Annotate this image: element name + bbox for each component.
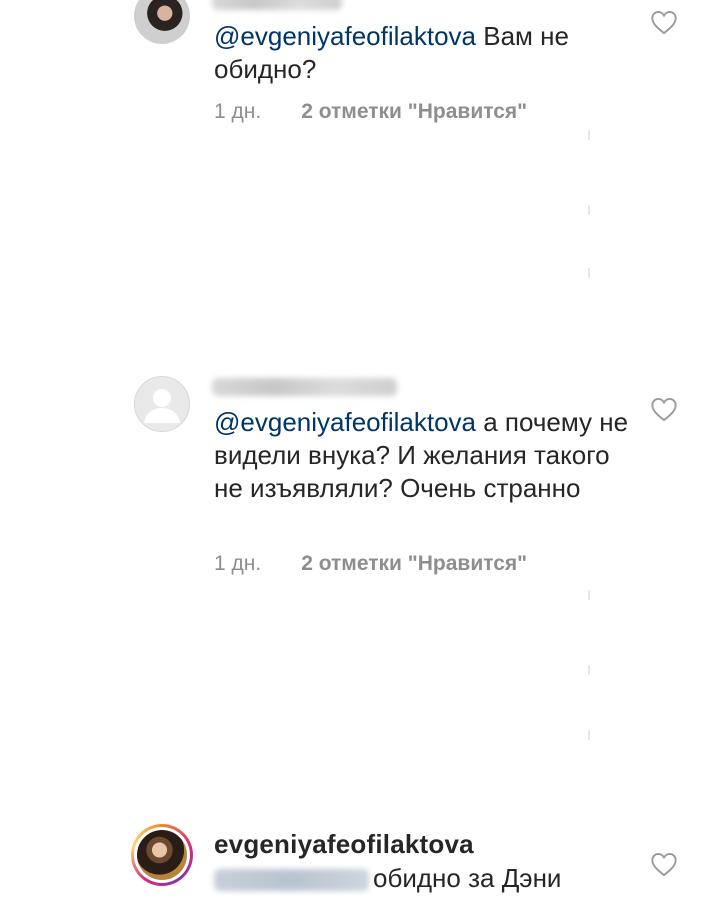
likes-count[interactable]: 2 отметки "Нравится" — [301, 552, 527, 575]
comment-text: @evgeniyafeofilaktova а почему не видели… — [214, 406, 634, 505]
heart-outline-icon[interactable] — [650, 851, 678, 877]
comment-time: 1 дн. — [214, 100, 262, 123]
default-avatar-icon — [144, 389, 180, 423]
divider-tick — [588, 665, 590, 675]
comment-time: 1 дн. — [214, 552, 262, 575]
mention-link[interactable]: @evgeniyafeofilaktova — [214, 407, 476, 437]
avatar[interactable] — [134, 0, 190, 44]
divider-tick — [588, 205, 590, 215]
divider-tick — [588, 268, 590, 278]
avatar[interactable] — [134, 376, 190, 432]
comment-meta: 1 дн. 2 отметки "Нравится" — [214, 100, 527, 124]
divider-tick — [588, 130, 590, 140]
divider-tick — [588, 730, 590, 740]
mention-blurred[interactable] — [214, 869, 369, 892]
username-blurred[interactable] — [212, 378, 397, 396]
comment-text: обидно за Дэни — [214, 862, 634, 895]
username-blurred[interactable] — [212, 0, 342, 10]
comment-meta: 1 дн. 2 отметки "Нравится" — [214, 552, 527, 576]
mention-link[interactable]: @evgeniyafeofilaktova — [214, 21, 476, 51]
comment-text: @evgeniyafeofilaktova Вам не обидно? — [214, 20, 634, 86]
heart-outline-icon[interactable] — [650, 9, 678, 35]
heart-outline-icon[interactable] — [650, 396, 678, 422]
likes-count[interactable]: 2 отметки "Нравится" — [301, 100, 527, 123]
avatar-story-ring[interactable] — [131, 824, 193, 886]
comment-username[interactable]: evgeniyafeofilaktova — [214, 829, 474, 860]
comment-body: обидно за Дэни — [373, 863, 562, 893]
divider-tick — [588, 590, 590, 600]
